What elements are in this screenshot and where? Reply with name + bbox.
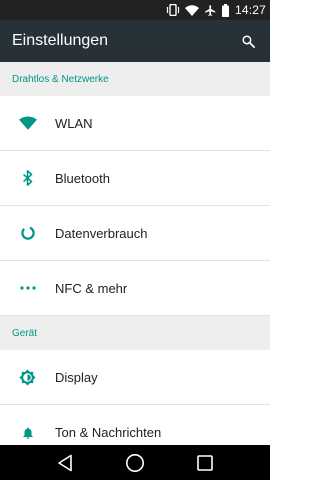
more-icon: [0, 261, 55, 316]
settings-item-label: Ton & Nachrichten: [55, 425, 162, 440]
section-header-device: Gerät: [0, 316, 270, 350]
recents-button[interactable]: [187, 448, 223, 478]
settings-item-label: Display: [55, 369, 98, 385]
page-title: Einstellungen: [12, 32, 109, 49]
navigation-bar: [0, 445, 270, 480]
back-icon: [58, 454, 72, 471]
home-icon: [126, 453, 144, 472]
vibrate-icon: [166, 4, 180, 16]
settings-item-sound[interactable]: Ton & Nachrichten: [0, 405, 270, 445]
status-bar: 14:27: [0, 0, 270, 20]
settings-item-wlan[interactable]: WLAN: [0, 96, 270, 151]
settings-item-label: Datenverbrauch: [55, 225, 148, 241]
settings-item-label: NFC & mehr: [55, 280, 128, 296]
bluetooth-icon: [0, 151, 55, 206]
app-bar: Einstellungen: [0, 20, 270, 62]
brightness-icon: [0, 350, 55, 405]
search-button[interactable]: [236, 29, 260, 53]
settings-item-nfc[interactable]: NFC & mehr: [0, 261, 270, 316]
search-icon: [241, 34, 255, 48]
settings-item-bluetooth[interactable]: Bluetooth: [0, 151, 270, 206]
bell-icon: [0, 405, 55, 445]
back-button[interactable]: [47, 448, 83, 478]
airplane-mode-icon: [204, 4, 217, 17]
home-button[interactable]: [117, 448, 153, 478]
data-usage-icon: [0, 206, 55, 261]
wifi-signal-icon: [184, 4, 199, 16]
settings-item-data-usage[interactable]: Datenverbrauch: [0, 206, 270, 261]
recents-icon: [197, 454, 213, 471]
settings-item-label: WLAN: [55, 115, 93, 131]
settings-list[interactable]: Drahtlos & Netzwerke WLAN Bluetooth Date…: [0, 62, 270, 445]
settings-item-label: Bluetooth: [55, 170, 110, 186]
wifi-icon: [0, 96, 55, 151]
status-time: 14:27: [234, 3, 266, 17]
section-header-wireless: Drahtlos & Netzwerke: [0, 62, 270, 96]
battery-icon: [221, 3, 229, 17]
settings-item-display[interactable]: Display: [0, 350, 270, 405]
